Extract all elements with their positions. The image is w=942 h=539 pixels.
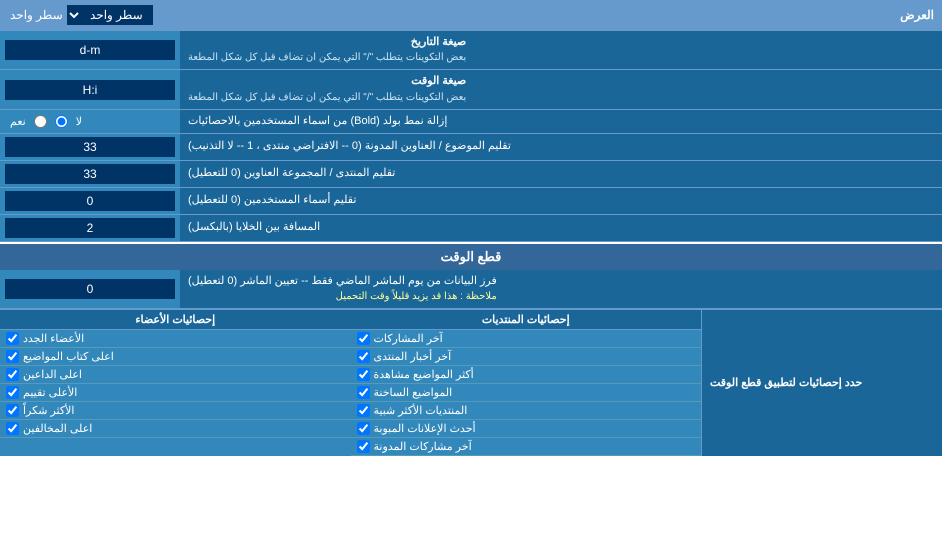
display-label: سطر واحد	[10, 8, 63, 22]
forum-checkbox-6[interactable]	[357, 440, 370, 453]
forum-item-5-label: أحدث الإعلانات المبوبة	[374, 422, 476, 435]
forum-checkbox-1[interactable]	[357, 350, 370, 363]
list-item: اعلى كتاب المواضيع	[0, 348, 351, 366]
forum-title-trim-label: تقليم المنتدى / المجموعة العناوين (0 للت…	[188, 166, 395, 181]
bold-no-radio[interactable]	[55, 115, 68, 128]
list-item: الأعلى تقييم	[0, 384, 351, 402]
bold-yes-radio[interactable]	[34, 115, 47, 128]
member-item-5-label: اعلى المخالفين	[23, 422, 92, 435]
date-format-input[interactable]	[5, 40, 175, 60]
forum-checkbox-3[interactable]	[357, 386, 370, 399]
section-label: العرض	[158, 5, 942, 25]
cutoff-input[interactable]	[5, 279, 175, 299]
cutoff-note: ملاحظة : هذا قد يزيد قليلاً وقت التحميل	[188, 290, 497, 304]
time-format-label: صيغة الوقت	[188, 74, 466, 89]
username-trim-label: تقليم أسماء المستخدمين (0 للتعطيل)	[188, 193, 356, 208]
forum-checkbox-5[interactable]	[357, 422, 370, 435]
cell-spacing-input[interactable]	[5, 218, 175, 238]
member-item-1-label: اعلى كتاب المواضيع	[23, 350, 114, 363]
stats-apply-label: حدد إحصائيات لتطبيق قطع الوقت	[702, 310, 942, 456]
member-item-3-label: الأعلى تقييم	[23, 386, 77, 399]
forum-checkbox-2[interactable]	[357, 368, 370, 381]
list-item: أكثر المواضيع مشاهدة	[351, 366, 702, 384]
member-checkbox-2[interactable]	[6, 368, 19, 381]
cutoff-label: فرز البيانات من يوم الماشر الماضي فقط --…	[188, 274, 497, 289]
list-item: آخر أخبار المنتدى	[351, 348, 702, 366]
bold-no-label: لا	[76, 115, 82, 128]
display-select[interactable]: سطر واحدسطرانثلاثة أسطر	[67, 5, 153, 25]
list-item: المنتديات الأكثر شبية	[351, 402, 702, 420]
member-checkbox-4[interactable]	[6, 404, 19, 417]
list-item: الأعضاء الجدد	[0, 330, 351, 348]
list-item: اعلى الداعين	[0, 366, 351, 384]
list-item: أحدث الإعلانات المبوبة	[351, 420, 702, 438]
list-item: آخر مشاركات المدونة	[351, 438, 702, 456]
list-item: اعلى المخالفين	[0, 420, 351, 438]
forum-checkbox-0[interactable]	[357, 332, 370, 345]
member-item-4-label: الأكثر شكراً	[23, 404, 74, 417]
member-item-0-label: الأعضاء الجدد	[23, 332, 84, 345]
member-checkbox-1[interactable]	[6, 350, 19, 363]
bold-remove-label: إزالة نمط بولد (Bold) من اسماء المستخدمي…	[188, 114, 447, 129]
forum-item-2-label: أكثر المواضيع مشاهدة	[374, 368, 474, 381]
username-trim-input[interactable]	[5, 191, 175, 211]
col1-header: إحصائيات الأعضاء	[0, 310, 351, 330]
bold-yes-label: نعم	[10, 115, 26, 128]
forum-item-3-label: المواضيع الساخنة	[374, 386, 453, 399]
forum-checkbox-4[interactable]	[357, 404, 370, 417]
forum-item-4-label: المنتديات الأكثر شبية	[374, 404, 468, 417]
list-item: الأكثر شكراً	[0, 402, 351, 420]
cell-spacing-label: المسافة بين الخلايا (بالبكسل)	[188, 220, 320, 235]
forum-item-6-label: آخر مشاركات المدونة	[374, 440, 472, 453]
col2-header: إحصائيات المنتديات	[351, 310, 702, 330]
list-item: المواضيع الساخنة	[351, 384, 702, 402]
date-format-label: صيغة التاريخ	[188, 35, 466, 50]
member-checkbox-5[interactable]	[6, 422, 19, 435]
title-trim-label: تقليم الموضوع / العناوين المدونة (0 -- ا…	[188, 139, 511, 154]
time-format-input[interactable]	[5, 80, 175, 100]
date-format-sublabel: بعض التكوينات يتطلب "/" التي يمكن ان تضا…	[188, 51, 466, 65]
time-format-sublabel: بعض التكوينات يتطلب "/" التي يمكن ان تضا…	[188, 91, 466, 105]
cutoff-section-header: قطع الوقت	[0, 242, 942, 270]
forum-item-0-label: آخر المشاركات	[374, 332, 443, 345]
member-checkbox-3[interactable]	[6, 386, 19, 399]
forum-item-1-label: آخر أخبار المنتدى	[374, 350, 452, 363]
member-checkbox-0[interactable]	[6, 332, 19, 345]
member-item-2-label: اعلى الداعين	[23, 368, 82, 381]
forum-title-trim-input[interactable]	[5, 164, 175, 184]
list-item: آخر المشاركات	[351, 330, 702, 348]
title-trim-input[interactable]	[5, 137, 175, 157]
